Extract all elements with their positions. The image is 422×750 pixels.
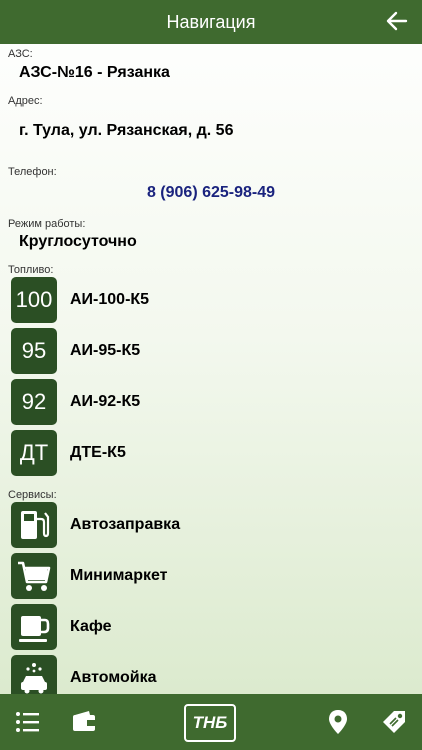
fuel-name: АИ-95-К5 xyxy=(70,342,141,359)
hours-label: Режим работы: xyxy=(8,218,86,230)
fuel-name: ДТЕ-К5 xyxy=(70,444,126,461)
price-tag-icon[interactable] xyxy=(380,708,408,736)
fuel-pump-icon xyxy=(11,502,57,548)
fuel-item: 100 АИ-100-К5 xyxy=(11,277,411,323)
address-label: Адрес: xyxy=(8,95,43,107)
wallet-icon[interactable] xyxy=(70,708,98,736)
fuel-name: АИ-92-К5 xyxy=(70,393,141,410)
address-value: г. Тула, ул. Рязанская, д. 56 xyxy=(19,122,234,139)
fuel-item: ДТ ДТЕ-К5 xyxy=(11,430,411,476)
fuel-badge: ДТ xyxy=(11,430,57,476)
station-name: АЗС-№16 - Рязанка xyxy=(19,64,170,81)
station-name-label: АЗС: xyxy=(8,48,33,60)
phone-label: Телефон: xyxy=(8,166,57,178)
fuel-badge: 95 xyxy=(11,328,57,374)
hours-value: Круглосуточно xyxy=(19,233,137,250)
fuel-badge: 92 xyxy=(11,379,57,425)
service-item: Минимаркет xyxy=(11,553,411,599)
phone-link[interactable]: 8 (906) 625-98-49 xyxy=(0,184,422,202)
bottom-tab-bar: ТНБ xyxy=(0,694,422,750)
service-name: Автозаправка xyxy=(70,516,181,533)
shopping-cart-icon xyxy=(11,553,57,599)
services-section-label: Сервисы: xyxy=(8,489,57,501)
fuel-section-label: Топливо: xyxy=(8,264,54,276)
fuel-name: АИ-100-К5 xyxy=(70,291,150,308)
tnb-logo[interactable]: ТНБ xyxy=(184,704,236,742)
service-item: Автозаправка xyxy=(11,502,411,548)
service-item: Автомойка xyxy=(11,655,411,694)
fuel-badge: 100 xyxy=(11,277,57,323)
service-item: Кафе xyxy=(11,604,411,650)
navigation-header: Навигация xyxy=(0,0,422,44)
fuel-item: 95 АИ-95-К5 xyxy=(11,328,411,374)
arrow-left-icon[interactable] xyxy=(386,10,408,32)
location-pin-icon[interactable] xyxy=(324,708,352,736)
car-wash-icon xyxy=(11,655,57,694)
service-name: Автомойка xyxy=(70,669,157,686)
page-title: Навигация xyxy=(166,12,256,32)
station-details: АЗС: АЗС-№16 - Рязанка Адрес: г. Тула, у… xyxy=(0,44,422,694)
fuel-item: 92 АИ-92-К5 xyxy=(11,379,411,425)
service-name: Кафе xyxy=(70,618,112,635)
menu-icon[interactable] xyxy=(14,708,42,736)
coffee-cup-icon xyxy=(11,604,57,650)
service-name: Минимаркет xyxy=(70,567,168,584)
